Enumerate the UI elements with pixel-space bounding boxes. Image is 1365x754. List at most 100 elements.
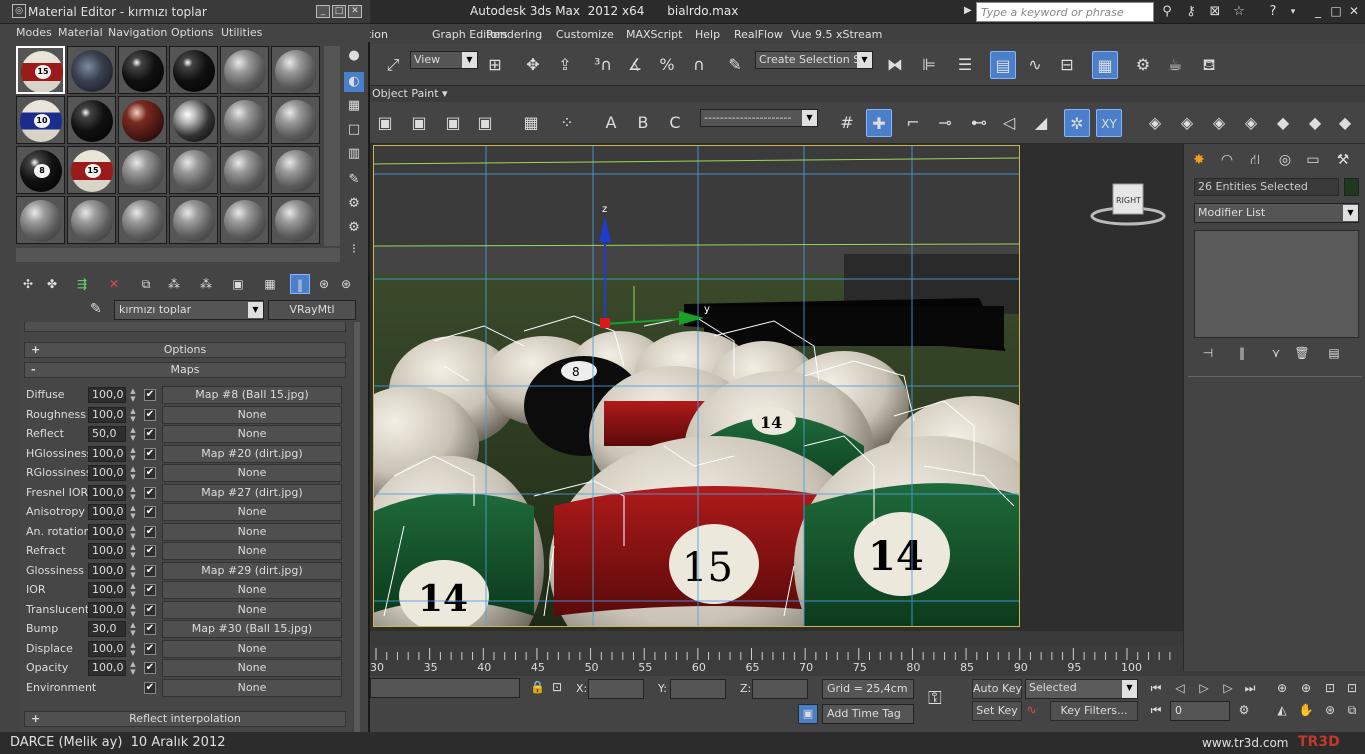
zoom-all-icon[interactable]: ⊕ <box>1296 678 1316 698</box>
search-input[interactable]: Type a keyword or phrase <box>976 2 1154 22</box>
sample-slot[interactable] <box>118 196 167 244</box>
current-frame-field[interactable]: 0 <box>1170 701 1230 721</box>
map-slot-button[interactable]: None <box>162 464 342 482</box>
map-enable-checkbox[interactable]: ✔ <box>144 642 156 655</box>
named-selection-set[interactable]: Create Selection Se ▼ <box>755 51 873 69</box>
box-add-icon[interactable]: ◈ <box>1206 109 1232 137</box>
map-enable-checkbox[interactable]: ✔ <box>144 623 156 635</box>
scale-icon[interactable]: ⤢ <box>380 51 406 79</box>
next-frame-icon[interactable]: ▷ <box>1218 678 1238 698</box>
play-icon[interactable]: ▷ <box>1194 678 1214 698</box>
angle-snap-icon[interactable]: ∡ <box>622 51 648 79</box>
material-name-field[interactable]: kırmızı toplar ▼ <box>114 300 264 320</box>
axis-constraint-xy-icon[interactable]: XY <box>1096 109 1122 137</box>
bin-icon[interactable]: ▣ <box>372 109 398 137</box>
percent-snap-icon[interactable]: % <box>654 51 680 79</box>
me-menu-navigation[interactable]: Navigation <box>108 26 167 39</box>
go-to-end-icon[interactable]: ⏭ <box>1240 678 1260 698</box>
map-enable-checkbox[interactable]: ✔ <box>144 486 156 499</box>
sample-slot[interactable] <box>220 196 269 244</box>
perspective-viewport[interactable]: 8 14 14 15 14 z y <box>373 145 1020 627</box>
modifier-list-dropdown[interactable]: Modifier List ▼ <box>1194 203 1359 223</box>
sample-slot[interactable] <box>67 46 116 94</box>
background-icon[interactable]: ▦ <box>344 96 364 116</box>
spinner-icon[interactable]: ▲ ▼ <box>128 621 138 637</box>
parameters-scrollbar[interactable] <box>354 322 360 732</box>
remove-modifier-icon[interactable]: 🗑 <box>1292 346 1312 364</box>
pin-stack-icon[interactable]: ⊣ <box>1198 346 1218 364</box>
menu-realflow[interactable]: RealFlow <box>734 28 783 41</box>
menu-vue-xstream[interactable]: Vue 9.5 xStream <box>791 28 882 41</box>
sample-slot[interactable] <box>169 96 218 144</box>
menu-animation[interactable]: Animation <box>368 28 388 41</box>
select-by-material-icon[interactable]: ⚙ <box>344 218 364 238</box>
view-cube[interactable]: RIGHT <box>1090 180 1166 230</box>
key-filters-button[interactable]: Key Filters... <box>1050 701 1138 721</box>
x-coordinate-field[interactable] <box>588 679 644 699</box>
map-slot-button[interactable]: Map #29 (dirt.jpg) <box>162 561 342 580</box>
teapot-b-icon[interactable]: B <box>630 109 656 137</box>
box-green-icon[interactable]: ◈ <box>1174 109 1200 137</box>
auto-key-button[interactable]: Auto Key <box>972 679 1022 699</box>
map-slot-button[interactable]: None <box>162 542 342 560</box>
schematic-view-icon[interactable]: ⊟ <box>1054 51 1080 79</box>
sample-slot[interactable] <box>67 96 116 144</box>
motion-tab-icon[interactable]: ◎ <box>1272 148 1298 172</box>
spinner-icon[interactable]: ▲ ▼ <box>128 485 138 501</box>
map-enable-checkbox[interactable]: ✔ <box>144 545 156 557</box>
close-button[interactable]: ✕ <box>1346 4 1362 20</box>
map-amount-field[interactable]: 100,0 <box>88 582 126 598</box>
spinner-icon[interactable]: ▲ ▼ <box>128 660 138 676</box>
utilities-tab-icon[interactable]: ⚒ <box>1330 148 1356 172</box>
render-frame-icon[interactable]: ☕ <box>1162 51 1188 79</box>
spinner-icon[interactable]: ▲ ▼ <box>128 641 138 657</box>
sample-slot[interactable] <box>118 96 167 144</box>
map-amount-field[interactable]: 100,0 <box>88 465 126 481</box>
copy-material-icon[interactable]: ⧉ <box>136 274 156 294</box>
face-snap-icon[interactable]: ◢ <box>1028 109 1054 137</box>
render-preset-select[interactable]: ---------------------- ▼ <box>700 109 818 127</box>
add-time-tag-field[interactable]: Add Time Tag <box>822 704 914 724</box>
get-material-icon[interactable]: ✣ <box>18 274 38 294</box>
spinner-icon[interactable]: ▲ ▼ <box>128 446 138 462</box>
y-coordinate-field[interactable] <box>670 679 726 699</box>
sample-slot[interactable] <box>271 146 320 194</box>
modifier-stack[interactable] <box>1194 230 1359 338</box>
snap-toggle-icon[interactable]: ✲ <box>1064 109 1090 137</box>
create-tab-icon[interactable]: ✸ <box>1186 148 1212 172</box>
map-slot-button[interactable]: None <box>162 581 342 599</box>
me-menu-modes[interactable]: Modes <box>16 26 52 39</box>
map-amount-field[interactable]: 100,0 <box>88 640 126 657</box>
sample-slot[interactable] <box>118 46 167 94</box>
me-menu-options[interactable]: Options <box>171 26 213 39</box>
spinner-icon[interactable]: ▲ ▼ <box>128 582 138 598</box>
map-enable-checkbox[interactable]: ✔ <box>144 408 156 421</box>
key-icon[interactable]: ⚷ <box>1182 3 1200 21</box>
snap-3d-icon[interactable]: ³∩ <box>590 51 616 79</box>
map-slot-button[interactable]: None <box>162 405 342 424</box>
video-color-check-icon[interactable]: ▥ <box>344 144 364 164</box>
map-enable-checkbox[interactable]: ✔ <box>144 662 156 674</box>
orbit-icon[interactable]: ⊛ <box>1320 700 1340 720</box>
me-menu-material[interactable]: Material <box>58 26 103 39</box>
material-navigator-icon[interactable]: ⁝ <box>344 240 364 260</box>
midpoint-snap-icon[interactable]: ⊷ <box>966 109 992 137</box>
spinner-icon[interactable]: ▲ ▼ <box>128 387 138 403</box>
me-maximize-button[interactable]: □ <box>332 5 346 18</box>
map-amount-field[interactable]: 100,0 <box>88 484 126 501</box>
go-to-parent-icon[interactable]: ⊛ <box>314 274 334 294</box>
map-enable-checkbox[interactable]: ✔ <box>144 389 156 401</box>
zoom-extents-icon[interactable]: ⊡ <box>1320 678 1340 698</box>
map-enable-checkbox[interactable]: ✔ <box>144 428 156 440</box>
render-production-icon[interactable]: ⛾ <box>1196 51 1222 79</box>
sample-slot[interactable]: 8 <box>16 146 65 194</box>
backlight-icon[interactable]: ◐ <box>344 72 364 92</box>
sample-slot[interactable] <box>67 196 116 244</box>
options-icon[interactable]: ⚙ <box>344 194 364 214</box>
sample-slot[interactable] <box>16 196 65 244</box>
map-slot-button[interactable]: None <box>162 425 342 443</box>
sample-slot[interactable] <box>169 196 218 244</box>
make-unique-icon[interactable]: ⁂ <box>164 274 184 294</box>
select-manipulate-icon[interactable]: ✥ <box>520 51 546 79</box>
map-enable-checkbox[interactable]: ✔ <box>144 584 156 596</box>
